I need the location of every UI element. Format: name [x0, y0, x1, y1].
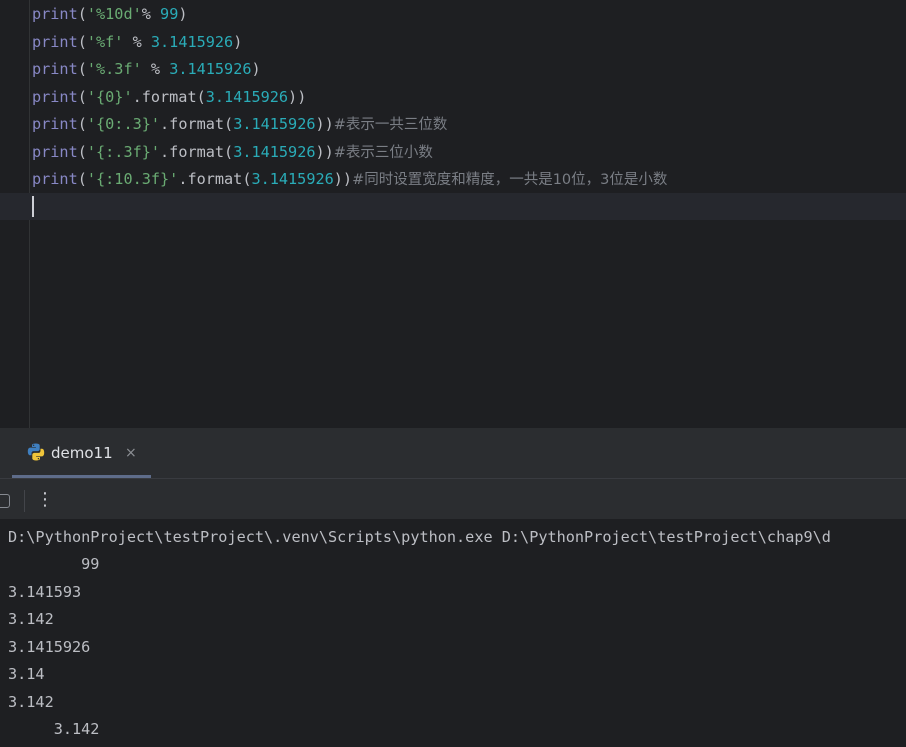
console-line: 99 [8, 555, 100, 573]
code-editor[interactable]: print('%10d'% 99) print('%f' % 3.1415926… [0, 0, 906, 428]
code-line[interactable]: print('{:.3f}'.format(3.1415926))#表示三位小数 [32, 139, 433, 166]
code-comment: #同时设置宽度和精度，一共是10位，3位是小数 [352, 172, 668, 188]
code-string: '{:10.3f}' [86, 170, 179, 188]
code-string: '%.3f' [86, 60, 142, 78]
python-icon [26, 442, 46, 462]
code-number: 3.1415926 [233, 143, 316, 161]
code-line[interactable]: print('%f' % 3.1415926) [32, 29, 242, 56]
code-punct: ) [178, 5, 188, 23]
toolbar-separator [24, 490, 25, 512]
code-number: 3.1415926 [233, 115, 316, 133]
code-line[interactable]: print('%10d'% 99) [32, 1, 188, 28]
text-caret [32, 196, 34, 217]
code-function: print [32, 170, 78, 188]
code-function: print [32, 115, 78, 133]
code-operator: % [123, 33, 151, 51]
console-line: 3.14 [8, 665, 45, 683]
code-operator: % [141, 5, 161, 23]
code-string: '%10d' [86, 5, 142, 23]
code-punct: ( [77, 115, 87, 133]
console-line: 3.142 [8, 720, 100, 738]
code-punct: ) [233, 33, 243, 51]
code-method: .format( [132, 88, 206, 106]
console-output[interactable]: D:\PythonProject\testProject\.venv\Scrip… [0, 519, 906, 747]
code-number: 3.1415926 [205, 88, 289, 106]
code-punct: )) [315, 115, 334, 133]
code-line[interactable]: print('{:10.3f}'.format(3.1415926))#同时设置… [32, 166, 667, 193]
code-method: .format( [160, 115, 234, 133]
close-icon[interactable]: × [125, 442, 137, 464]
code-function: print [32, 60, 78, 78]
more-vertical-icon[interactable]: ⋮ [36, 487, 54, 513]
code-punct: )) [315, 143, 334, 161]
code-comment: #表示一共三位数 [333, 117, 448, 133]
console-line: 3.1415926 [8, 638, 91, 656]
code-comment: #表示三位小数 [333, 145, 433, 161]
stop-icon[interactable] [0, 494, 10, 508]
code-punct: )) [333, 170, 353, 188]
code-method: .format( [160, 143, 234, 161]
code-number: 3.1415926 [251, 170, 334, 188]
console-line: 3.142 [8, 693, 54, 711]
code-string: '{0}' [86, 88, 133, 106]
code-string: '%f' [86, 33, 124, 51]
code-punct: ( [77, 5, 87, 23]
code-function: print [32, 5, 78, 23]
console-line: 3.142 [8, 610, 54, 628]
run-tab-demo11[interactable]: demo11 × [12, 428, 151, 478]
run-tab-label: demo11 [51, 444, 113, 462]
code-punct: ( [77, 170, 87, 188]
code-function: print [32, 88, 78, 106]
code-punct: ( [77, 33, 87, 51]
current-line-highlight [0, 193, 906, 220]
code-number: 3.1415926 [169, 60, 252, 78]
run-tool-window: demo11 × ⋮ D:\PythonProject\testProject\… [0, 428, 906, 747]
run-tab-bar: demo11 × [0, 428, 906, 478]
code-punct: ( [77, 143, 87, 161]
code-line[interactable]: print('{0}'.format(3.1415926)) [32, 84, 306, 111]
code-method: .format( [178, 170, 252, 188]
code-number: 3.1415926 [150, 33, 234, 51]
code-function: print [32, 33, 78, 51]
code-line[interactable]: print('%.3f' % 3.1415926) [32, 56, 261, 83]
console-line: 3.141593 [8, 583, 82, 601]
code-operator: % [141, 60, 170, 78]
code-string: '{:.3f}' [86, 143, 161, 161]
code-punct: )) [288, 88, 307, 106]
code-function: print [32, 143, 78, 161]
code-number: 99 [160, 5, 179, 23]
code-punct: ) [251, 60, 261, 78]
run-toolbar: ⋮ [0, 479, 906, 519]
code-punct: ( [77, 60, 87, 78]
console-line: D:\PythonProject\testProject\.venv\Scrip… [8, 528, 831, 546]
code-punct: ( [77, 88, 87, 106]
code-string: '{0:.3}' [86, 115, 161, 133]
code-line[interactable]: print('{0:.3}'.format(3.1415926))#表示一共三位… [32, 111, 447, 138]
